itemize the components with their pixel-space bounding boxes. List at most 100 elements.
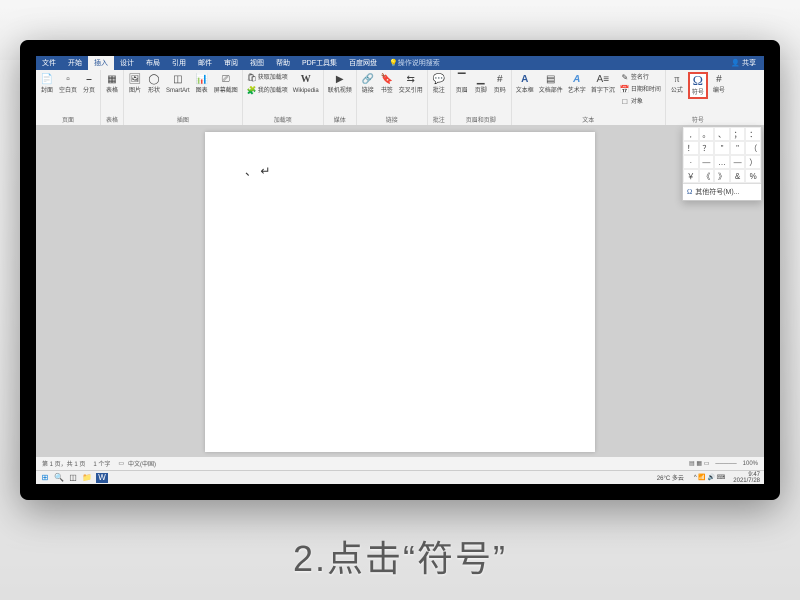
taskview-icon[interactable]: ◫: [68, 473, 78, 483]
tab-mailings[interactable]: 邮件: [192, 56, 218, 70]
tab-view[interactable]: 视图: [244, 56, 270, 70]
symbol-cell[interactable]: ￥: [683, 169, 699, 183]
tray-icons[interactable]: ^ 📶 🔊 ⌨: [694, 474, 725, 481]
tutorial-caption: 2.点击“符号”: [0, 530, 800, 582]
view-buttons[interactable]: ▤ ▦ ▭: [689, 460, 709, 467]
group-links: 🔗链接 🔖书签 ⇆交叉引用 链接: [357, 70, 428, 125]
link-button[interactable]: 🔗链接: [360, 72, 376, 95]
footer-button[interactable]: ▁页脚: [473, 72, 489, 95]
table-button[interactable]: ▦表格: [104, 72, 120, 95]
smartart-button[interactable]: ◫SmartArt: [165, 72, 191, 95]
chart-button[interactable]: 📊图表: [194, 72, 210, 95]
tell-me-search[interactable]: 💡 操作说明搜索: [389, 56, 440, 70]
symbol-cell[interactable]: 》: [714, 169, 730, 183]
sigline-button[interactable]: ✎签名行: [619, 72, 662, 84]
page-break-button[interactable]: ⎯分页: [81, 72, 97, 95]
header-button[interactable]: ▔页眉: [454, 72, 470, 95]
textbox-label: 文本框: [516, 88, 534, 94]
tab-pdf[interactable]: PDF工具集: [296, 56, 343, 70]
pagenum-button[interactable]: #页码: [492, 72, 508, 95]
screenshot-button[interactable]: ⎚屏幕截图: [213, 72, 239, 95]
group-tables-label: 表格: [106, 115, 118, 124]
document-area[interactable]: 、 ↵: [36, 126, 764, 452]
symbol-cell[interactable]: ,: [683, 127, 699, 141]
symbol-cell[interactable]: ？: [699, 141, 715, 155]
my-addins-button[interactable]: 🧩我的加载项: [246, 85, 289, 97]
symbol-cell[interactable]: 、: [714, 127, 730, 141]
status-lang[interactable]: 中文(中国): [128, 459, 156, 468]
object-label: 对象: [631, 99, 643, 105]
tab-review[interactable]: 审阅: [218, 56, 244, 70]
tab-help[interactable]: 帮助: [270, 56, 296, 70]
shapes-icon: ◯: [147, 73, 161, 87]
symbol-cell[interactable]: （: [745, 141, 761, 155]
explorer-icon[interactable]: 📁: [82, 473, 92, 483]
pictures-button[interactable]: 🖼图片: [127, 72, 143, 95]
tab-design[interactable]: 设计: [114, 56, 140, 70]
tab-layout[interactable]: 布局: [140, 56, 166, 70]
tab-baidu[interactable]: 百度网盘: [343, 56, 383, 70]
sigline-label: 签名行: [631, 75, 649, 81]
word-taskbar-icon[interactable]: W: [96, 473, 108, 483]
video-button[interactable]: ▶联机视频: [327, 72, 353, 95]
symbol-cell[interactable]: …: [714, 155, 730, 169]
bookmark-button[interactable]: 🔖书签: [379, 72, 395, 95]
ribbon: 📄封面 ▫空白页 ⎯分页 页面 ▦表格 表格 🖼图片 ◯形状 ◫SmartArt…: [36, 70, 764, 126]
tab-file[interactable]: 文件: [36, 56, 62, 70]
dropcap-icon: A≡: [596, 73, 610, 87]
tab-references[interactable]: 引用: [166, 56, 192, 70]
symbol-cell[interactable]: &: [730, 169, 746, 183]
symbol-cell[interactable]: —: [730, 155, 746, 169]
monitor-frame: 文件 开始 插入 设计 布局 引用 邮件 审阅 视图 帮助 PDF工具集 百度网…: [20, 40, 780, 500]
symbol-cell[interactable]: —: [699, 155, 715, 169]
clock[interactable]: 9:47 2021/7/28: [733, 472, 760, 484]
get-addins-button[interactable]: 🛍获取加载项: [246, 72, 289, 84]
symbol-cell[interactable]: ；: [730, 127, 746, 141]
cover-page-button[interactable]: 📄封面: [39, 72, 55, 95]
symbol-cell[interactable]: ：: [745, 127, 761, 141]
smartart-icon: ◫: [171, 73, 185, 87]
quickparts-button[interactable]: ▤文档部件: [538, 72, 564, 95]
more-symbols-button[interactable]: Ω 其他符号(M)...: [683, 183, 761, 200]
object-icon: □: [620, 97, 630, 107]
footer-label: 页脚: [475, 88, 487, 94]
status-words[interactable]: 1 个字: [93, 459, 110, 468]
crossref-button[interactable]: ⇆交叉引用: [398, 72, 424, 95]
symbol-cell[interactable]: %: [745, 169, 761, 183]
number-button[interactable]: #编号: [711, 72, 727, 95]
tab-insert[interactable]: 插入: [88, 56, 114, 70]
group-comments-label: 批注: [433, 115, 445, 124]
comment-label: 批注: [433, 88, 445, 94]
symbol-cell[interactable]: 《: [699, 169, 715, 183]
start-button[interactable]: ⊞: [40, 473, 50, 483]
tab-home[interactable]: 开始: [62, 56, 88, 70]
group-media-label: 媒体: [334, 115, 346, 124]
weather-widget[interactable]: 26°C 多云: [657, 473, 684, 482]
status-page[interactable]: 第 1 页，共 1 页: [42, 459, 85, 468]
textbox-button[interactable]: A文本框: [515, 72, 535, 95]
search-icon[interactable]: 🔍: [54, 473, 64, 483]
share-button[interactable]: 👤 共享: [723, 56, 764, 70]
object-button[interactable]: □对象: [619, 96, 662, 108]
symbol-cell[interactable]: ": [730, 141, 746, 155]
screenshot-label: 屏幕截图: [214, 88, 238, 94]
symbol-cell[interactable]: ）: [745, 155, 761, 169]
symbol-cell[interactable]: ！: [683, 141, 699, 155]
group-addins-label: 加载项: [274, 115, 292, 124]
blank-page-button[interactable]: ▫空白页: [58, 72, 78, 95]
symbol-button[interactable]: Ω符号: [688, 72, 708, 99]
comment-button[interactable]: 💬批注: [431, 72, 447, 95]
symbol-cell[interactable]: ": [714, 141, 730, 155]
document-page[interactable]: 、 ↵: [205, 132, 595, 452]
symbol-cell[interactable]: ·: [683, 155, 699, 169]
shapes-button[interactable]: ◯形状: [146, 72, 162, 95]
document-content: 、 ↵: [245, 164, 270, 178]
equation-button[interactable]: π公式: [669, 72, 685, 95]
datetime-button[interactable]: 📅日期和时间: [619, 84, 662, 96]
status-zoom[interactable]: 100%: [743, 461, 758, 467]
dropcap-button[interactable]: A≡首字下沉: [590, 72, 616, 95]
symbol-cell[interactable]: 。: [699, 127, 715, 141]
wikipedia-button[interactable]: WWikipedia: [292, 72, 320, 95]
table-label: 表格: [106, 88, 118, 94]
wordart-button[interactable]: A艺术字: [567, 72, 587, 95]
